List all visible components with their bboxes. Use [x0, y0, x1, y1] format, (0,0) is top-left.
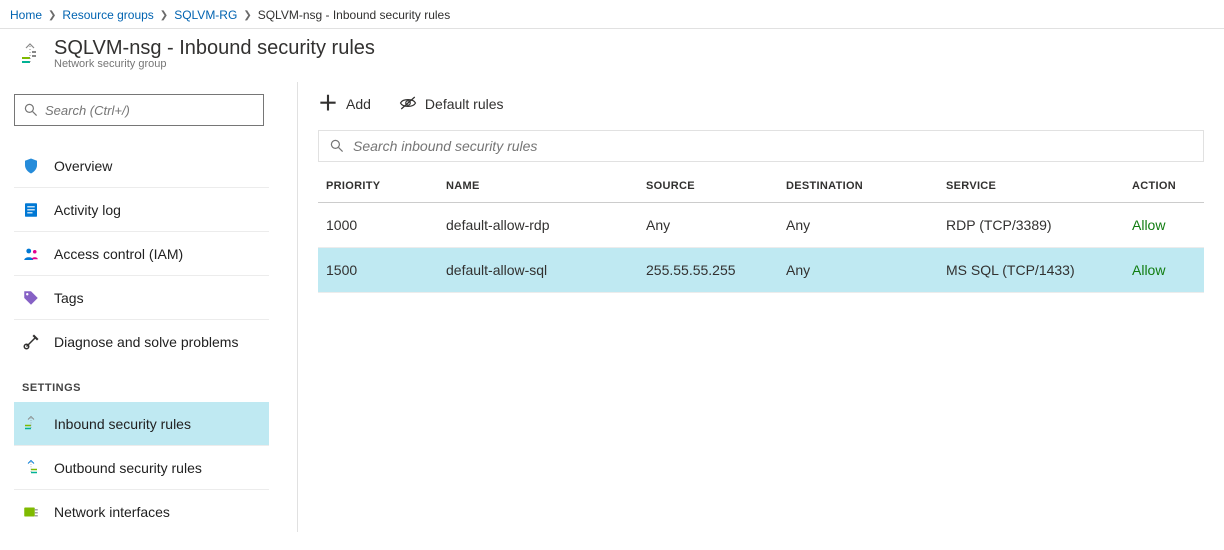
- sidebar-item-tags[interactable]: Tags: [14, 276, 269, 320]
- cell-action: Allow: [1124, 203, 1204, 248]
- plus-icon: ＋: [318, 94, 338, 114]
- sidebar-search-input[interactable]: [45, 103, 255, 118]
- sidebar-item-inbound-rules[interactable]: Inbound security rules: [14, 402, 269, 446]
- col-priority[interactable]: PRIORITY: [318, 170, 438, 203]
- default-rules-button[interactable]: Default rules: [399, 95, 504, 114]
- cell-service: RDP (TCP/3389): [938, 203, 1124, 248]
- sidebar-item-label: Access control (IAM): [54, 246, 183, 262]
- cell-destination: Any: [778, 203, 938, 248]
- nic-icon: [22, 503, 40, 521]
- cell-action: Allow: [1124, 248, 1204, 293]
- rule-search-input[interactable]: [353, 138, 1193, 154]
- col-action[interactable]: ACTION: [1124, 170, 1204, 203]
- people-icon: [22, 245, 40, 263]
- page-title: SQLVM-nsg - Inbound security rules: [54, 37, 375, 60]
- sidebar-item-outbound-rules[interactable]: Outbound security rules: [14, 446, 269, 490]
- col-name[interactable]: NAME: [438, 170, 638, 203]
- sidebar: Overview Activity log Access control (IA…: [0, 82, 298, 532]
- sidebar-search[interactable]: [14, 94, 264, 126]
- cell-destination: Any: [778, 248, 938, 293]
- main-content: ＋ Add Default rules PRIORITY NAME SOURCE…: [298, 82, 1224, 532]
- tag-icon: [22, 289, 40, 307]
- sidebar-item-activity-log[interactable]: Activity log: [14, 188, 269, 232]
- inbound-icon: [22, 415, 40, 433]
- sidebar-item-label: Activity log: [54, 202, 121, 218]
- outbound-icon: [22, 459, 40, 477]
- col-destination[interactable]: DESTINATION: [778, 170, 938, 203]
- table-row[interactable]: 1500 default-allow-sql 255.55.55.255 Any…: [318, 248, 1204, 293]
- search-icon: [23, 102, 39, 118]
- cell-service: MS SQL (TCP/1433): [938, 248, 1124, 293]
- sidebar-item-label: Network interfaces: [54, 504, 170, 520]
- chevron-right-icon: ❯: [160, 10, 168, 21]
- sidebar-item-label: Outbound security rules: [54, 460, 202, 476]
- rule-search[interactable]: [318, 130, 1204, 162]
- toolbar: ＋ Add Default rules: [310, 90, 1212, 124]
- col-service[interactable]: SERVICE: [938, 170, 1124, 203]
- sidebar-item-diagnose[interactable]: Diagnose and solve problems: [14, 320, 269, 364]
- col-source[interactable]: SOURCE: [638, 170, 778, 203]
- cell-priority: 1000: [318, 203, 438, 248]
- table-row[interactable]: 1000 default-allow-rdp Any Any RDP (TCP/…: [318, 203, 1204, 248]
- cell-name: default-allow-sql: [438, 248, 638, 293]
- tools-icon: [22, 333, 40, 351]
- cell-priority: 1500: [318, 248, 438, 293]
- sidebar-item-label: Overview: [54, 158, 112, 174]
- default-rules-label: Default rules: [425, 96, 504, 112]
- breadcrumb: Home ❯ Resource groups ❯ SQLVM-RG ❯ SQLV…: [0, 0, 1224, 29]
- sidebar-item-network-interfaces[interactable]: Network interfaces: [14, 490, 269, 532]
- sidebar-item-access-control[interactable]: Access control (IAM): [14, 232, 269, 276]
- cell-source: 255.55.55.255: [638, 248, 778, 293]
- resource-icon: [18, 42, 42, 66]
- breadcrumb-current: SQLVM-nsg - Inbound security rules: [258, 8, 451, 22]
- sidebar-item-label: Tags: [54, 290, 84, 306]
- cell-source: Any: [638, 203, 778, 248]
- chevron-right-icon: ❯: [48, 10, 56, 21]
- page-header: SQLVM-nsg - Inbound security rules Netwo…: [0, 29, 1224, 82]
- rules-table: PRIORITY NAME SOURCE DESTINATION SERVICE…: [318, 170, 1204, 293]
- sidebar-item-overview[interactable]: Overview: [14, 144, 269, 188]
- cell-name: default-allow-rdp: [438, 203, 638, 248]
- sidebar-section-settings: SETTINGS: [14, 364, 283, 402]
- log-icon: [22, 201, 40, 219]
- shield-icon: [22, 157, 40, 175]
- sidebar-item-label: Diagnose and solve problems: [54, 334, 238, 350]
- add-button[interactable]: ＋ Add: [318, 94, 371, 114]
- search-icon: [329, 138, 345, 154]
- chevron-right-icon: ❯: [243, 10, 251, 21]
- add-button-label: Add: [346, 96, 371, 112]
- sidebar-item-label: Inbound security rules: [54, 416, 191, 432]
- breadcrumb-resource-groups[interactable]: Resource groups: [62, 8, 153, 22]
- breadcrumb-rg[interactable]: SQLVM-RG: [174, 8, 237, 22]
- eye-off-icon: [399, 95, 417, 114]
- breadcrumb-home[interactable]: Home: [10, 8, 42, 22]
